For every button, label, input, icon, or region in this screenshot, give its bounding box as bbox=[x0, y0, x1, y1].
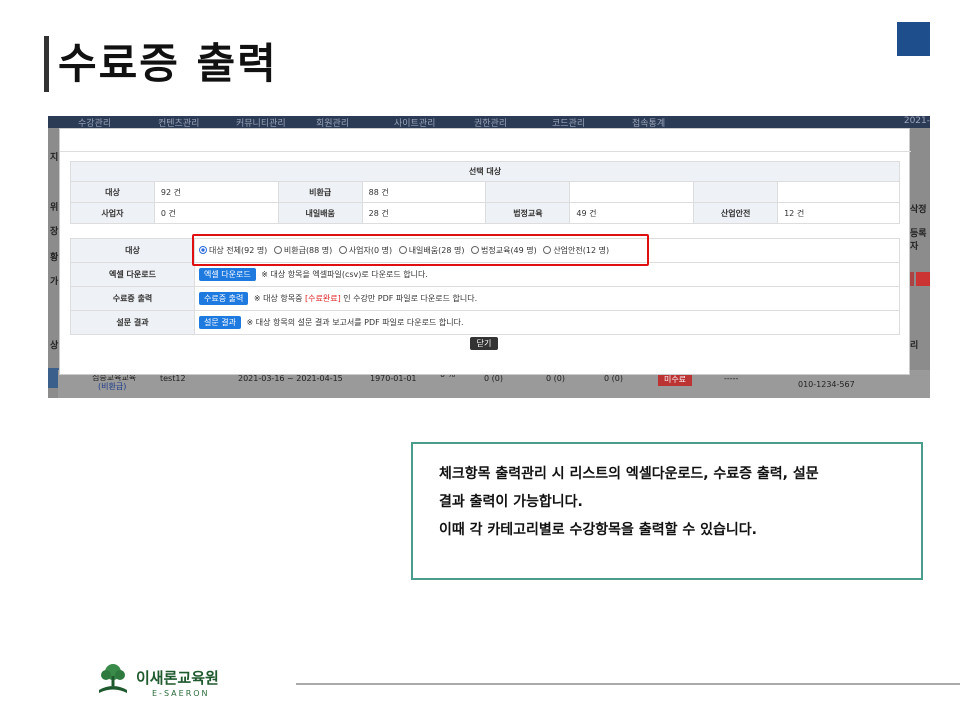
summary-value: 49 건 bbox=[569, 202, 695, 224]
summary-header: 법정교육 bbox=[485, 202, 571, 224]
bg-label: 황 bbox=[50, 253, 59, 263]
corner-square-decoration bbox=[897, 22, 930, 56]
summary-value: 0 건 bbox=[153, 202, 279, 224]
row-count: 0 (0) bbox=[604, 374, 623, 383]
summary-header: 비환급 bbox=[277, 181, 363, 203]
logo-name: 이새론교육원 bbox=[136, 669, 219, 687]
row-count: 0 (0) bbox=[484, 374, 503, 383]
status-badge: 미수료 bbox=[658, 374, 692, 386]
certificate-cell: 수료증 출력 ※ 대상 항목중 [수료완료] 인 수강만 PDF 파일로 다운로… bbox=[194, 286, 900, 311]
slide-title: 수료증 출력 bbox=[58, 39, 278, 88]
certificate-description-post: 인 수강만 PDF 파일로 다운로드 합니다. bbox=[343, 294, 478, 303]
row-user: test12 bbox=[160, 374, 186, 383]
summary-value bbox=[777, 181, 900, 203]
survey-result-button[interactable]: 설문 결과 bbox=[199, 316, 241, 329]
bg-label: 지 bbox=[50, 153, 59, 163]
highlight-box bbox=[192, 234, 649, 266]
background-button[interactable] bbox=[916, 272, 930, 286]
bg-label: 리 bbox=[910, 341, 919, 351]
row-count: 0 (0) bbox=[546, 374, 565, 383]
summary-header: 산업안전 bbox=[693, 202, 779, 224]
row-course-sub: (비환급) bbox=[98, 382, 127, 391]
admin-nav-bar: 수강관리 컨텐츠관리 커뮤니티관리 회원관리 사이트관리 권한관리 코드관리 접… bbox=[48, 116, 930, 129]
row-birth: 1970-01-01 bbox=[370, 374, 417, 383]
summary-value: 28 건 bbox=[361, 202, 487, 224]
summary-value: 12 건 bbox=[777, 202, 900, 224]
callout-line: 이때 각 카테고리별로 수강항목을 출력할 수 있습니다. bbox=[439, 522, 757, 538]
callout-line: 체크항목 출력관리 시 리스트의 엑셀다운로드, 수료증 출력, 설문 bbox=[439, 466, 819, 482]
summary-header bbox=[693, 181, 779, 203]
selection-summary-table: 선택 대상 대상 92 건 비환급 88 건 사업자 0 건 내일배움 28 건 bbox=[70, 161, 900, 224]
survey-cell: 설문 결과 ※ 대상 항목의 설문 결과 보고서를 PDF 파일로 다운로드 합… bbox=[194, 310, 900, 335]
admin-screenshot: 수강관리 컨텐츠관리 커뮤니티관리 회원관리 사이트관리 권한관리 코드관리 접… bbox=[48, 116, 930, 398]
summary-value bbox=[569, 181, 695, 203]
certificate-description-highlight: [수료완료] bbox=[305, 294, 341, 303]
certificate-print-button[interactable]: 수료증 출력 bbox=[199, 292, 249, 305]
modal-divider bbox=[60, 151, 911, 152]
bg-label: 가 bbox=[50, 277, 59, 287]
slide: 수료증 출력 수강관리 컨텐츠관리 커뮤니티관리 회원관리 사이트관리 권한관리… bbox=[0, 0, 960, 720]
row-dash: ----- bbox=[724, 374, 739, 383]
title-accent-bar bbox=[44, 36, 49, 92]
summary-header: 대상 bbox=[70, 181, 155, 203]
summary-value: 88 건 bbox=[361, 181, 487, 203]
bg-label: 삭정 bbox=[910, 205, 927, 215]
footer-divider bbox=[296, 683, 960, 685]
summary-header: 내일배움 bbox=[277, 202, 363, 224]
summary-header bbox=[485, 181, 571, 203]
excel-label: 엑셀 다운로드 bbox=[70, 262, 195, 287]
survey-label: 설문 결과 bbox=[70, 310, 195, 335]
bg-label: 상 bbox=[50, 341, 59, 351]
summary-caption: 선택 대상 bbox=[70, 161, 900, 182]
tree-logo-icon bbox=[99, 664, 127, 693]
target-label: 대상 bbox=[70, 238, 195, 263]
excel-cell: 엑셀 다운로드 ※ 대상 항목을 엑셀파일(csv)로 다운로드 합니다. bbox=[194, 262, 900, 287]
summary-header: 사업자 bbox=[70, 202, 155, 224]
excel-description: ※ 대상 항목을 엑셀파일(csv)로 다운로드 합니다. bbox=[261, 270, 428, 279]
row-period: 2021-03-16 ~ 2021-04-15 bbox=[238, 374, 343, 383]
bg-label: 등록자 bbox=[910, 229, 927, 252]
logo-subtitle: E-SAERON bbox=[152, 689, 210, 698]
close-button[interactable]: 닫기 bbox=[470, 337, 498, 350]
excel-download-button[interactable]: 엑셀 다운로드 bbox=[199, 268, 256, 281]
explanation-callout: 체크항목 출력관리 시 리스트의 엑셀다운로드, 수료증 출력, 설문 결과 출… bbox=[411, 442, 923, 580]
nav-version: 2021- bbox=[903, 116, 930, 126]
summary-value: 92 건 bbox=[153, 181, 279, 203]
survey-description: ※ 대상 항목의 설문 결과 보고서를 PDF 파일로 다운로드 합니다. bbox=[246, 318, 464, 327]
bg-label: 장 bbox=[50, 227, 59, 237]
bg-label: 위 bbox=[50, 203, 59, 213]
certificate-label: 수료증 출력 bbox=[70, 286, 195, 311]
callout-line: 결과 출력이 가능합니다. bbox=[439, 494, 583, 510]
row-phone: 010-1234-567 bbox=[798, 380, 855, 389]
certificate-description-pre: ※ 대상 항목중 bbox=[253, 294, 303, 303]
